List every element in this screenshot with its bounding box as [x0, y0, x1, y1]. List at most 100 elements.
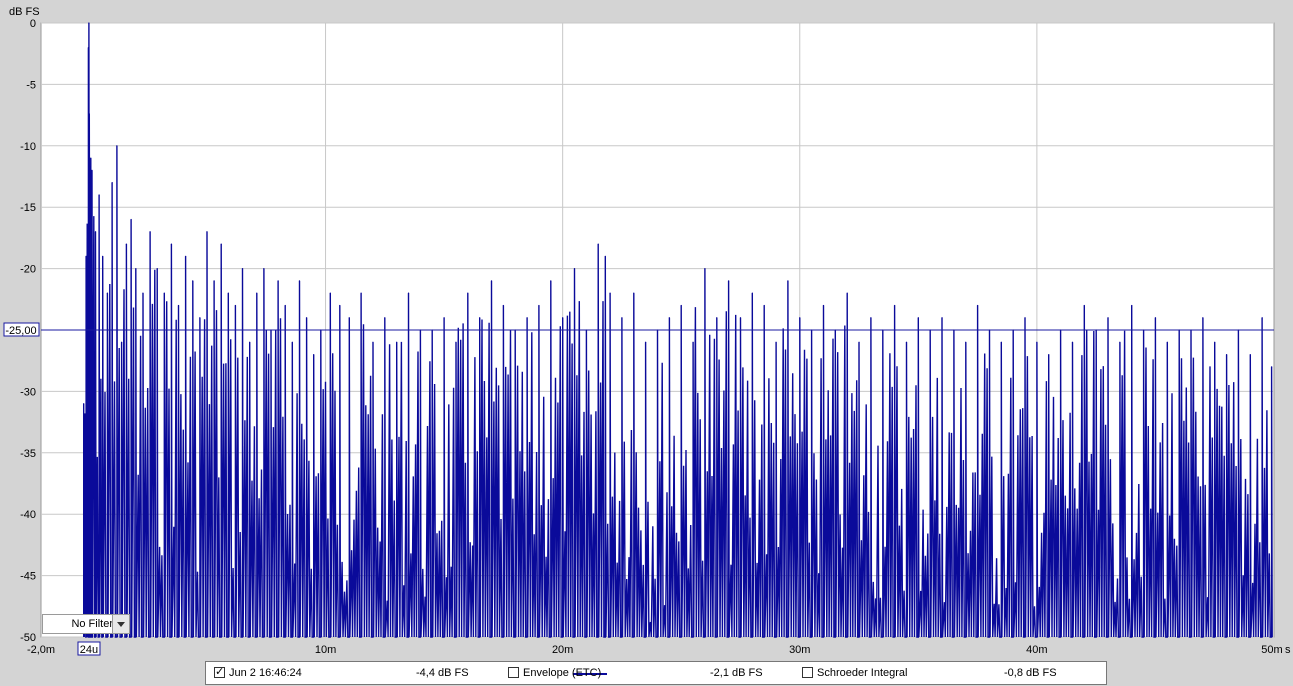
- series-peak-point: [1083, 304, 1085, 307]
- series-peak-point: [1024, 317, 1026, 319]
- x-axis-ticks: -2,0m 10m 20m 30m 40m 50m: [27, 644, 1283, 656]
- series-peak-point: [1036, 341, 1038, 343]
- series-peak-point: [846, 292, 848, 294]
- series-peak-point: [1107, 317, 1109, 319]
- series-peak-point: [728, 280, 730, 282]
- etc-chart[interactable]: 0-5-10-15-20-25-30-35-40-45-50 -2,0m10m2…: [0, 0, 1293, 686]
- series-peak-point: [668, 317, 670, 319]
- series-peak-point: [305, 317, 308, 319]
- series-peak-point: [609, 292, 611, 294]
- series-peak-point: [192, 280, 194, 282]
- series-peak-point: [787, 280, 789, 282]
- series-peak-point: [125, 243, 127, 245]
- y-tick-label: -40: [20, 509, 36, 521]
- x-tick-label: 50m: [1261, 644, 1282, 656]
- y-tick-label: -15: [20, 202, 36, 214]
- series-label: Jun 2 16:46:24: [229, 667, 302, 679]
- series-peak-point: [185, 255, 187, 257]
- x-tick-label: 10m: [315, 644, 336, 656]
- series-peak-point: [213, 280, 215, 282]
- series-peak-point: [716, 317, 718, 319]
- y-tick-label: 0: [30, 18, 36, 30]
- series-peak-point: [206, 231, 208, 233]
- y-tick-label: -50: [20, 632, 36, 644]
- series-peak-point: [94, 231, 97, 233]
- series-peak-point: [550, 280, 552, 282]
- series-value: -4,4 dB FS: [416, 667, 469, 679]
- series-peak-point: [284, 304, 286, 307]
- series-peak-point: [467, 292, 469, 294]
- series-peak-point: [799, 317, 801, 319]
- y-axis-label: dB FS: [9, 6, 40, 18]
- series-peak-point: [407, 292, 410, 294]
- y-tick-label: -30: [20, 386, 36, 398]
- series-peak-point: [1048, 353, 1050, 356]
- series-peak-point: [645, 341, 647, 343]
- schroeder-label: Schroeder Integral: [817, 667, 908, 679]
- series-peak-point: [1249, 353, 1251, 356]
- series-peak-point: [965, 341, 967, 343]
- series-peak-point: [121, 341, 123, 343]
- y-tick-label: -20: [20, 264, 36, 276]
- series-peak-point: [443, 317, 445, 319]
- series-peak-point: [894, 304, 896, 307]
- filter-dropdown[interactable]: No Filter: [42, 614, 130, 634]
- y-tick-label: -35: [20, 448, 36, 460]
- series-peak-point: [604, 255, 606, 257]
- series-peak-point: [1154, 317, 1157, 319]
- x-tick-label: 40m: [1026, 644, 1047, 656]
- series-peak-point: [905, 341, 908, 343]
- series-peak-point: [263, 268, 265, 270]
- series-peak-point: [384, 317, 386, 319]
- envelope-label: Envelope (ETC): [523, 667, 602, 679]
- series-peak-point: [526, 317, 528, 319]
- x-tick-label: -2,0m: [27, 644, 55, 656]
- series-peak-point: [106, 292, 108, 294]
- series-peak-point: [135, 268, 137, 270]
- series-peak-point: [348, 317, 350, 319]
- series-peak-point: [479, 317, 481, 319]
- series-peak-point: [704, 268, 706, 270]
- y-tick-label: -5: [26, 79, 36, 91]
- series-peak-point: [573, 268, 576, 270]
- series-peak-point: [621, 317, 623, 319]
- y-tick-label: -10: [20, 141, 36, 153]
- series-peak-point: [220, 243, 222, 245]
- series-peak-point: [597, 243, 599, 245]
- series-peak-point: [227, 292, 229, 294]
- series-peak-point: [1131, 304, 1133, 307]
- series-peak-point: [329, 292, 331, 294]
- series-peak-point: [538, 304, 540, 307]
- series-peak-point: [234, 304, 237, 307]
- series-peak-point: [858, 341, 860, 343]
- series-peak-point: [142, 292, 144, 294]
- series-peak-point: [89, 182, 91, 184]
- series-peak-point: [111, 182, 113, 184]
- envelope-checkbox[interactable]: [508, 667, 519, 678]
- series-peak-point: [739, 317, 742, 319]
- legend-bar: ✓ Jun 2 16:46:24 -4,4 dB FS Envelope (ET…: [205, 661, 1107, 685]
- cursor-x-label: 24u: [80, 644, 98, 656]
- series-peak-point: [256, 292, 258, 294]
- y-tick-label: -45: [20, 571, 36, 583]
- schroeder-checkbox[interactable]: [802, 667, 813, 678]
- series-peak-point: [83, 403, 85, 405]
- series-peak-point: [98, 194, 100, 196]
- series-peak-point: [170, 243, 173, 245]
- series-peak-point: [339, 304, 341, 307]
- series-peak-point: [502, 304, 504, 307]
- filter-label: No Filter: [71, 618, 113, 630]
- series-peak-point: [85, 255, 87, 257]
- series-checkbox[interactable]: ✓: [214, 667, 225, 678]
- series-peak-point: [277, 280, 279, 282]
- series-peak-point: [372, 341, 374, 343]
- series-peak-point: [177, 304, 180, 307]
- series-peak-point: [1214, 341, 1216, 343]
- series-peak-point: [130, 218, 132, 221]
- chevron-down-icon[interactable]: [112, 615, 129, 633]
- series-peak-point: [455, 341, 457, 343]
- series-peak-point: [822, 304, 825, 307]
- series-peak-point: [313, 353, 315, 356]
- series-peak-point: [291, 341, 293, 343]
- series-peak-point: [562, 317, 564, 319]
